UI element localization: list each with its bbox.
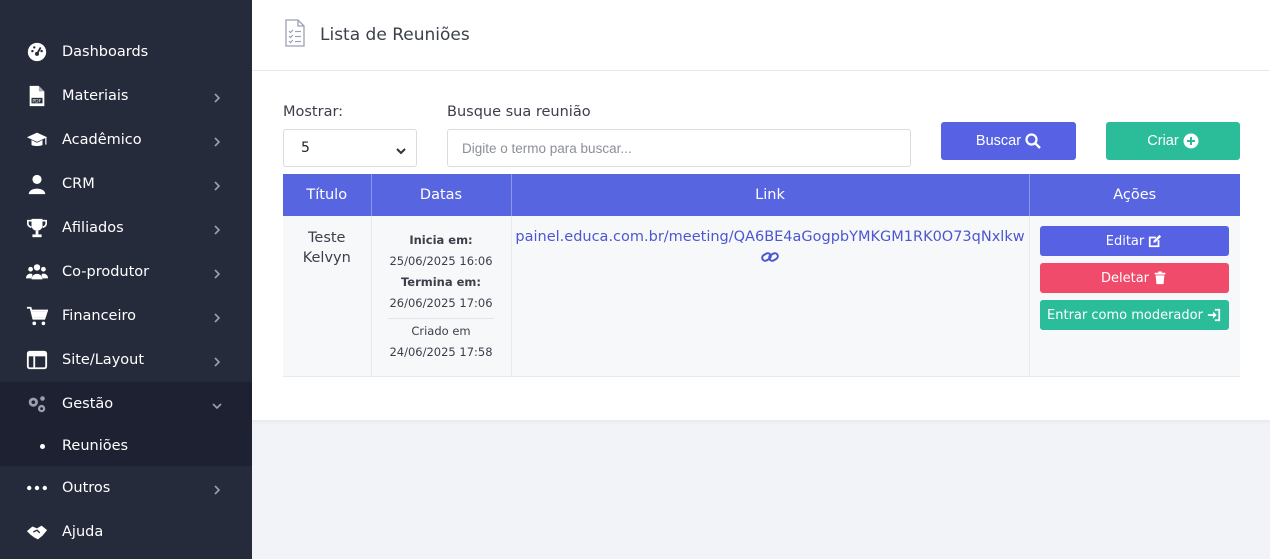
sidebar-item-site-layout[interactable]: Site/Layout xyxy=(0,338,252,382)
trash-icon xyxy=(1154,271,1166,285)
sidebar-item-label: Materiais xyxy=(62,88,129,104)
create-button-label: Criar xyxy=(1147,133,1179,149)
search-input[interactable] xyxy=(447,129,911,167)
created-value: 24/06/2025 17:58 xyxy=(389,345,493,359)
svg-text:PDF: PDF xyxy=(32,98,41,104)
meetings-table: Título Datas Link Ações Teste Kelvyn Ini… xyxy=(283,174,1240,377)
column-header-dates: Datas xyxy=(371,174,512,216)
chevron-right-icon xyxy=(212,355,222,367)
sidebar-item-label: Co-produtor xyxy=(62,264,150,280)
sidebar-item-afiliados[interactable]: Afiliados xyxy=(0,206,252,250)
table-header-row: Título Datas Link Ações xyxy=(283,174,1240,216)
meeting-link-cell: painel.educa.com.br/meeting/QA6BE4aGogpb… xyxy=(511,216,1030,377)
link-icon[interactable] xyxy=(512,246,1029,270)
meeting-title: Teste Kelvyn xyxy=(283,216,372,377)
sidebar-item-co-produtor[interactable]: Co-produtor xyxy=(0,250,252,294)
bullet-icon xyxy=(40,443,45,449)
show-count-value: 5 xyxy=(301,140,310,156)
sidebar-item-label: Gestão xyxy=(62,396,114,412)
more-icon xyxy=(26,477,48,499)
sidebar-item-label: Financeiro xyxy=(62,308,137,324)
show-label: Mostrar: xyxy=(283,104,344,120)
edit-icon xyxy=(1149,234,1162,248)
sidebar-item-crm[interactable]: CRM xyxy=(0,162,252,206)
sidebar-item-financeiro[interactable]: Financeiro xyxy=(0,294,252,338)
chevron-right-icon xyxy=(212,91,222,103)
delete-button-label: Deletar xyxy=(1100,270,1150,286)
divider xyxy=(388,318,494,319)
sidebar-item-label: Site/Layout xyxy=(62,352,145,368)
trophy-icon xyxy=(26,217,48,239)
graduation-cap-icon xyxy=(26,129,48,151)
chevron-right-icon xyxy=(212,179,222,191)
sidebar-subitem-reunioes[interactable]: Reuniões xyxy=(0,426,252,466)
sidebar-item-gestao[interactable]: Gestão xyxy=(0,382,252,426)
dashboard-icon xyxy=(26,41,48,63)
column-header-actions: Ações xyxy=(1029,174,1240,216)
user-icon xyxy=(26,173,48,195)
sidebar-item-label: Ajuda xyxy=(62,524,104,540)
pdf-file-icon: PDF xyxy=(26,85,48,107)
cart-icon xyxy=(26,305,48,327)
chevron-right-icon xyxy=(212,483,222,495)
sidebar-item-label: Acadêmico xyxy=(62,132,142,148)
chevron-down-icon xyxy=(396,144,406,160)
handshake-icon xyxy=(26,521,48,543)
column-header-title: Título xyxy=(283,174,372,216)
starts-value: 25/06/2025 16:06 xyxy=(389,254,493,268)
edit-button-label: Editar xyxy=(1105,233,1145,249)
sidebar-subitem-label: Reuniões xyxy=(62,438,129,454)
gears-icon xyxy=(26,393,48,415)
sidebar-item-materiais[interactable]: PDF Materiais xyxy=(0,74,252,118)
users-icon xyxy=(26,261,48,283)
create-button[interactable]: Criar xyxy=(1106,122,1240,160)
plus-circle-icon xyxy=(1183,133,1199,149)
show-count-select[interactable]: 5 xyxy=(283,129,417,167)
sidebar-item-ajuda[interactable]: Ajuda xyxy=(0,510,252,554)
chevron-right-icon xyxy=(212,267,222,279)
sign-in-icon xyxy=(1207,308,1221,322)
sidebar-item-academico[interactable]: Acadêmico xyxy=(0,118,252,162)
search-button[interactable]: Buscar xyxy=(941,122,1076,160)
delete-button[interactable]: Deletar xyxy=(1039,263,1229,293)
meeting-link[interactable]: painel.educa.com.br/meeting/QA6BE4aGogpb… xyxy=(512,228,1029,246)
main-content: Lista de Reuniões Mostrar: 5 Busque sua … xyxy=(252,0,1270,420)
chevron-right-icon xyxy=(212,311,222,323)
checklist-document-icon xyxy=(284,19,306,51)
chevron-right-icon xyxy=(212,135,222,147)
edit-button[interactable]: Editar xyxy=(1039,226,1229,256)
sidebar: Dashboards PDF Materiais Acadêmico CRM A… xyxy=(0,0,252,559)
page-header: Lista de Reuniões xyxy=(252,0,1270,71)
search-icon xyxy=(1025,133,1041,149)
sidebar-item-label: Outros xyxy=(62,480,111,496)
ends-label: Termina em: xyxy=(400,275,482,289)
meetings-panel: Mostrar: 5 Busque sua reunião Buscar Cri… xyxy=(252,71,1270,420)
column-header-link: Link xyxy=(511,174,1030,216)
search-label: Busque sua reunião xyxy=(447,104,591,120)
created-label: Criado em xyxy=(411,324,471,338)
chevron-right-icon xyxy=(212,223,222,235)
layout-icon xyxy=(26,349,48,371)
join-as-moderator-button[interactable]: Entrar como moderador xyxy=(1039,300,1229,330)
sidebar-item-label: Afiliados xyxy=(62,220,124,236)
sidebar-item-label: Dashboards xyxy=(62,44,149,60)
meeting-dates: Inicia em: 25/06/2025 16:06 Termina em: … xyxy=(371,216,512,377)
page-title: Lista de Reuniões xyxy=(320,25,470,45)
chevron-down-icon xyxy=(212,399,222,410)
search-button-label: Buscar xyxy=(975,133,1022,149)
table-row: Teste Kelvyn Inicia em: 25/06/2025 16:06… xyxy=(283,216,1240,377)
sidebar-item-outros[interactable]: Outros xyxy=(0,466,252,510)
starts-label: Inicia em: xyxy=(409,233,473,247)
join-as-moderator-label: Entrar como moderador xyxy=(1047,307,1203,323)
sidebar-item-label: CRM xyxy=(62,176,95,192)
sidebar-item-dashboards[interactable]: Dashboards xyxy=(0,30,252,74)
filters-bar: Mostrar: 5 Busque sua reunião Buscar Cri… xyxy=(283,101,1240,173)
ends-value: 26/06/2025 17:06 xyxy=(389,296,493,310)
meeting-actions: Editar Deletar Entrar como moderador xyxy=(1029,216,1240,377)
